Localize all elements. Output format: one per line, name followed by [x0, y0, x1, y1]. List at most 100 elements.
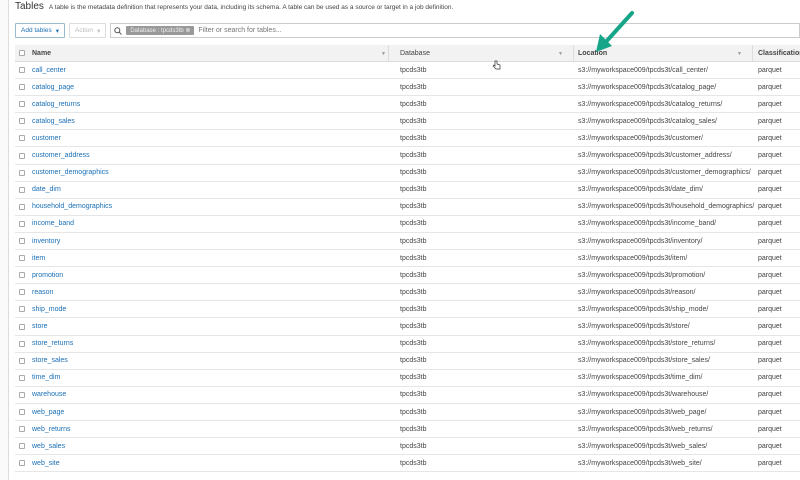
- table-name-link[interactable]: web_returns: [32, 421, 71, 437]
- classification-cell: parquet: [758, 408, 782, 416]
- database-cell: tpcds3tb: [400, 83, 427, 91]
- classification-cell: parquet: [758, 152, 782, 159]
- table-name-link[interactable]: call_center: [32, 62, 66, 78]
- classification-cell: parquet: [758, 220, 782, 228]
- location-cell: s3://myworkspace009/tpcds3t/promotion/: [578, 271, 706, 279]
- search-input[interactable]: Database : tpcds3tb ⊗ Filter or search f…: [110, 23, 800, 38]
- classification-cell: parquet: [758, 357, 782, 365]
- table-name-link[interactable]: catalog_sales: [32, 113, 75, 129]
- table-name-link[interactable]: ship_mode: [32, 301, 66, 317]
- row-checkbox[interactable]: [19, 357, 25, 364]
- table-name-link[interactable]: reason: [32, 284, 53, 300]
- location-cell: s3://myworkspace009/tpcds3t/web_site/: [578, 459, 702, 467]
- sort-icon[interactable]: ▼: [558, 51, 563, 57]
- database-cell: tpcds3tb: [400, 237, 427, 245]
- location-cell: s3://myworkspace009/tpcds3t/date_dim/: [578, 186, 703, 194]
- filter-chip-label: Database : tpcds3tb: [130, 28, 184, 34]
- remove-filter-icon[interactable]: ⊗: [185, 28, 190, 34]
- row-checkbox[interactable]: [19, 426, 25, 433]
- table-header: Name ▼ Database ▼ Location ▼ Classificat…: [15, 45, 800, 62]
- column-header-database[interactable]: Database: [400, 45, 430, 61]
- table-name-link[interactable]: customer_address: [32, 148, 90, 164]
- table-name-link[interactable]: web_site: [32, 455, 60, 471]
- toolbar: Add tables ▾ Action ▾ Database : tpcds3tb …: [15, 23, 800, 38]
- database-cell: tpcds3tb: [400, 408, 427, 416]
- table-row: store_returns tpcds3tb s3://myworkspace0…: [15, 336, 800, 353]
- table-name-link[interactable]: inventory: [32, 233, 60, 249]
- classification-cell: parquet: [758, 66, 782, 74]
- row-checkbox[interactable]: [19, 152, 25, 159]
- table-name-link[interactable]: customer: [32, 130, 61, 146]
- table-name-link[interactable]: income_band: [32, 216, 74, 232]
- classification-cell: parquet: [758, 169, 782, 177]
- database-cell: tpcds3tb: [400, 203, 427, 211]
- row-checkbox[interactable]: [19, 101, 25, 108]
- row-checkbox[interactable]: [19, 84, 25, 91]
- table-row: store_sales tpcds3tb s3://myworkspace009…: [15, 353, 800, 370]
- left-nav-edge: [0, 0, 9, 480]
- row-checkbox[interactable]: [19, 255, 25, 262]
- table-name-link[interactable]: store_sales: [32, 353, 68, 369]
- search-icon: [114, 26, 123, 35]
- row-checkbox[interactable]: [19, 67, 25, 73]
- table-row: web_page tpcds3tb s3://myworkspace009/tp…: [15, 404, 800, 421]
- row-checkbox[interactable]: [19, 340, 25, 347]
- row-checkbox[interactable]: [19, 272, 25, 279]
- table-name-link[interactable]: catalog_page: [32, 79, 74, 95]
- caret-down-icon: ▾: [55, 27, 59, 35]
- row-checkbox[interactable]: [19, 289, 25, 296]
- column-divider[interactable]: [388, 45, 389, 62]
- annotation-arrow-icon: [596, 11, 634, 52]
- row-checkbox[interactable]: [19, 374, 25, 381]
- cursor-hand-icon: [492, 60, 501, 70]
- classification-cell: parquet: [758, 340, 782, 348]
- database-cell: tpcds3tb: [400, 425, 427, 433]
- column-divider[interactable]: [752, 45, 753, 62]
- column-divider[interactable]: [573, 45, 574, 62]
- row-checkbox[interactable]: [19, 443, 25, 450]
- database-cell: tpcds3tb: [400, 220, 427, 228]
- row-checkbox[interactable]: [19, 118, 25, 125]
- row-checkbox[interactable]: [19, 391, 25, 398]
- row-checkbox[interactable]: [19, 409, 25, 415]
- table-name-link[interactable]: catalog_returns: [32, 96, 80, 112]
- table-row: catalog_returns tpcds3tb s3://myworkspac…: [15, 96, 800, 114]
- sort-icon[interactable]: ▼: [737, 51, 742, 57]
- table-name-link[interactable]: web_page: [32, 404, 64, 420]
- table-name-link[interactable]: customer_demographics: [32, 165, 109, 181]
- row-checkbox[interactable]: [19, 135, 25, 142]
- add-tables-label: Add tables: [21, 27, 52, 34]
- table-name-link[interactable]: warehouse: [32, 387, 66, 403]
- action-button[interactable]: Action ▾: [68, 23, 107, 38]
- add-tables-button[interactable]: Add tables ▾: [15, 23, 65, 38]
- location-cell: s3://myworkspace009/tpcds3t/catalog_sale…: [578, 117, 717, 125]
- row-checkbox[interactable]: [19, 460, 25, 467]
- location-cell: s3://myworkspace009/tpcds3t/store_return…: [578, 340, 716, 348]
- table-name-link[interactable]: store: [32, 319, 48, 335]
- row-checkbox[interactable]: [19, 169, 25, 176]
- classification-cell: parquet: [758, 459, 782, 467]
- row-checkbox[interactable]: [19, 323, 25, 330]
- select-all-checkbox[interactable]: [19, 50, 25, 56]
- table-row: date_dim tpcds3tb s3://myworkspace009/tp…: [15, 182, 800, 199]
- table-name-link[interactable]: promotion: [32, 267, 63, 283]
- table-name-link[interactable]: store_returns: [32, 336, 73, 352]
- table-name-link[interactable]: date_dim: [32, 182, 61, 198]
- column-header-name[interactable]: Name: [32, 45, 51, 61]
- table-name-link[interactable]: time_dim: [32, 370, 60, 386]
- table-name-link[interactable]: household_demographics: [32, 199, 112, 215]
- table-name-link[interactable]: item: [32, 250, 45, 266]
- location-cell: s3://myworkspace009/tpcds3t/customer_dem…: [578, 169, 751, 177]
- sort-icon[interactable]: ▼: [381, 51, 386, 57]
- row-checkbox[interactable]: [19, 306, 25, 313]
- row-checkbox[interactable]: [19, 186, 25, 193]
- row-checkbox[interactable]: [19, 203, 25, 210]
- database-filter-chip[interactable]: Database : tpcds3tb ⊗: [126, 26, 195, 35]
- table-row: income_band tpcds3tb s3://myworkspace009…: [15, 216, 800, 233]
- row-checkbox[interactable]: [19, 220, 25, 227]
- table-name-link[interactable]: web_sales: [32, 438, 65, 454]
- row-checkbox[interactable]: [19, 238, 25, 244]
- table-row: item tpcds3tb s3://myworkspace009/tpcds3…: [15, 250, 800, 268]
- column-header-classification[interactable]: Classification: [758, 45, 800, 61]
- table-row: time_dim tpcds3tb s3://myworkspace009/tp…: [15, 370, 800, 387]
